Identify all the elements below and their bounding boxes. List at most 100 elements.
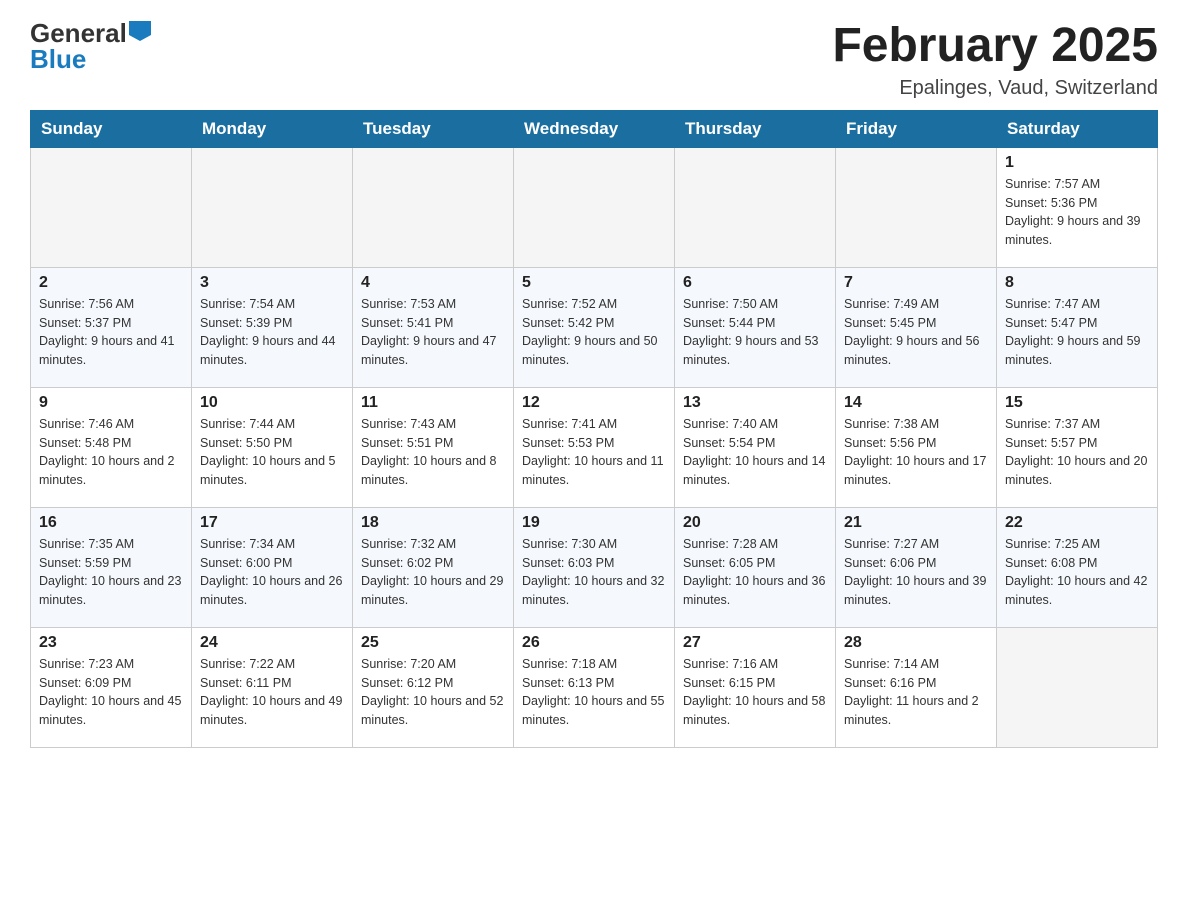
- calendar-cell: 14Sunrise: 7:38 AM Sunset: 5:56 PM Dayli…: [836, 387, 997, 507]
- day-info: Sunrise: 7:56 AM Sunset: 5:37 PM Dayligh…: [39, 295, 183, 370]
- calendar-week-row: 2Sunrise: 7:56 AM Sunset: 5:37 PM Daylig…: [31, 267, 1158, 387]
- day-number: 11: [361, 394, 505, 412]
- calendar-cell: 18 Sunrise: 7:32 AM Sunset: 6:02 PM Dayli…: [353, 507, 514, 627]
- calendar-cell: 22 Sunrise: 7:25 AM Sunset: 6:08 PM Dayli…: [997, 507, 1158, 627]
- calendar-cell: 10 Sunrise: 7:44 AM Sunset: 5:50 PM Dayli…: [192, 387, 353, 507]
- day-info: Sunrise: 7:32 AM Sunset: 6:02 PM Dayligh…: [361, 535, 505, 610]
- day-info: Sunrise: 7:14 AM Sunset: 6:16 PM Dayligh…: [844, 655, 988, 730]
- calendar-cell: 4 Sunrise: 7:53 AM Sunset: 5:41 PM Daylig…: [353, 267, 514, 387]
- weekday-header-friday: Friday: [836, 110, 997, 147]
- calendar-cell: 16 Sunrise: 7:35 AM Sunset: 5:59 PM Dayli…: [31, 507, 192, 627]
- calendar-week-row: 23Sunrise: 7:23 AM Sunset: 6:09 PM Dayli…: [31, 627, 1158, 747]
- day-number: 26: [522, 634, 666, 652]
- calendar-cell: 24 Sunrise: 7:22 AM Sunset: 6:11 PM Dayli…: [192, 627, 353, 747]
- day-info: Sunrise: 7:20 AM Sunset: 6:12 PM Dayligh…: [361, 655, 505, 730]
- calendar-cell: 26 Sunrise: 7:18 AM Sunset: 6:13 PM Dayli…: [514, 627, 675, 747]
- weekday-header-thursday: Thursday: [675, 110, 836, 147]
- calendar-cell: 1Sunrise: 7:57 AM Sunset: 5:36 PM Daylig…: [997, 147, 1158, 267]
- calendar-cell: 20 Sunrise: 7:28 AM Sunset: 6:05 PM Dayli…: [675, 507, 836, 627]
- day-number: 6: [683, 274, 827, 292]
- day-number: 4: [361, 274, 505, 292]
- weekday-header-tuesday: Tuesday: [353, 110, 514, 147]
- month-title: February 2025: [832, 20, 1158, 73]
- day-number: 10: [200, 394, 344, 412]
- calendar-cell: 13 Sunrise: 7:40 AM Sunset: 5:54 PM Dayli…: [675, 387, 836, 507]
- day-number: 15: [1005, 394, 1149, 412]
- logo-blue-text: Blue: [30, 44, 86, 74]
- day-info: Sunrise: 7:30 AM Sunset: 6:03 PM Dayligh…: [522, 535, 666, 610]
- weekday-header-monday: Monday: [192, 110, 353, 147]
- calendar-cell: [31, 147, 192, 267]
- day-info: Sunrise: 7:52 AM Sunset: 5:42 PM Dayligh…: [522, 295, 666, 370]
- calendar-week-row: 16 Sunrise: 7:35 AM Sunset: 5:59 PM Dayli…: [31, 507, 1158, 627]
- logo-general-text: General: [30, 20, 127, 46]
- day-number: 9: [39, 394, 183, 412]
- day-info: Sunrise: 7:37 AM Sunset: 5:57 PM Dayligh…: [1005, 415, 1149, 490]
- logo: General Blue: [30, 20, 151, 73]
- day-info: Sunrise: 7:43 AM Sunset: 5:51 PM Dayligh…: [361, 415, 505, 490]
- day-info: Sunrise: 7:50 AM Sunset: 5:44 PM Dayligh…: [683, 295, 827, 370]
- day-number: 20: [683, 514, 827, 532]
- calendar-cell: 17 Sunrise: 7:34 AM Sunset: 6:00 PM Dayli…: [192, 507, 353, 627]
- title-section: February 2025 Epalinges, Vaud, Switzerla…: [832, 20, 1158, 100]
- calendar-cell: 25 Sunrise: 7:20 AM Sunset: 6:12 PM Dayli…: [353, 627, 514, 747]
- day-info: Sunrise: 7:44 AM Sunset: 5:50 PM Dayligh…: [200, 415, 344, 490]
- calendar-table: SundayMondayTuesdayWednesdayThursdayFrid…: [30, 110, 1158, 748]
- day-info: Sunrise: 7:28 AM Sunset: 6:05 PM Dayligh…: [683, 535, 827, 610]
- day-number: 22: [1005, 514, 1149, 532]
- day-info: Sunrise: 7:49 AM Sunset: 5:45 PM Dayligh…: [844, 295, 988, 370]
- calendar-cell: 19 Sunrise: 7:30 AM Sunset: 6:03 PM Dayli…: [514, 507, 675, 627]
- calendar-cell: 5Sunrise: 7:52 AM Sunset: 5:42 PM Daylig…: [514, 267, 675, 387]
- calendar-cell: [192, 147, 353, 267]
- day-number: 1: [1005, 154, 1149, 172]
- day-number: 18: [361, 514, 505, 532]
- day-number: 14: [844, 394, 988, 412]
- day-info: Sunrise: 7:53 AM Sunset: 5:41 PM Dayligh…: [361, 295, 505, 370]
- day-number: 24: [200, 634, 344, 652]
- calendar-cell: 6 Sunrise: 7:50 AM Sunset: 5:44 PM Daylig…: [675, 267, 836, 387]
- calendar-week-row: 1Sunrise: 7:57 AM Sunset: 5:36 PM Daylig…: [31, 147, 1158, 267]
- calendar-cell: [675, 147, 836, 267]
- day-number: 13: [683, 394, 827, 412]
- day-info: Sunrise: 7:47 AM Sunset: 5:47 PM Dayligh…: [1005, 295, 1149, 370]
- calendar-cell: 11 Sunrise: 7:43 AM Sunset: 5:51 PM Dayli…: [353, 387, 514, 507]
- day-number: 3: [200, 274, 344, 292]
- day-number: 23: [39, 634, 183, 652]
- day-info: Sunrise: 7:16 AM Sunset: 6:15 PM Dayligh…: [683, 655, 827, 730]
- calendar-cell: [997, 627, 1158, 747]
- calendar-cell: 23Sunrise: 7:23 AM Sunset: 6:09 PM Dayli…: [31, 627, 192, 747]
- calendar-cell: 21 Sunrise: 7:27 AM Sunset: 6:06 PM Dayli…: [836, 507, 997, 627]
- day-number: 16: [39, 514, 183, 532]
- calendar-cell: 7 Sunrise: 7:49 AM Sunset: 5:45 PM Daylig…: [836, 267, 997, 387]
- day-info: Sunrise: 7:41 AM Sunset: 5:53 PM Dayligh…: [522, 415, 666, 490]
- day-info: Sunrise: 7:34 AM Sunset: 6:00 PM Dayligh…: [200, 535, 344, 610]
- day-info: Sunrise: 7:25 AM Sunset: 6:08 PM Dayligh…: [1005, 535, 1149, 610]
- day-number: 7: [844, 274, 988, 292]
- calendar-cell: 28Sunrise: 7:14 AM Sunset: 6:16 PM Dayli…: [836, 627, 997, 747]
- day-number: 25: [361, 634, 505, 652]
- day-info: Sunrise: 7:18 AM Sunset: 6:13 PM Dayligh…: [522, 655, 666, 730]
- day-info: Sunrise: 7:22 AM Sunset: 6:11 PM Dayligh…: [200, 655, 344, 730]
- weekday-header-row: SundayMondayTuesdayWednesdayThursdayFrid…: [31, 110, 1158, 147]
- calendar-cell: 2Sunrise: 7:56 AM Sunset: 5:37 PM Daylig…: [31, 267, 192, 387]
- day-number: 12: [522, 394, 666, 412]
- day-number: 19: [522, 514, 666, 532]
- calendar-week-row: 9Sunrise: 7:46 AM Sunset: 5:48 PM Daylig…: [31, 387, 1158, 507]
- calendar-cell: 12 Sunrise: 7:41 AM Sunset: 5:53 PM Dayli…: [514, 387, 675, 507]
- day-info: Sunrise: 7:40 AM Sunset: 5:54 PM Dayligh…: [683, 415, 827, 490]
- calendar-cell: 9Sunrise: 7:46 AM Sunset: 5:48 PM Daylig…: [31, 387, 192, 507]
- day-number: 27: [683, 634, 827, 652]
- location: Epalinges, Vaud, Switzerland: [832, 77, 1158, 100]
- page-header: General Blue February 2025 Epalinges, Va…: [30, 20, 1158, 100]
- calendar-cell: [514, 147, 675, 267]
- calendar-cell: [353, 147, 514, 267]
- day-info: Sunrise: 7:27 AM Sunset: 6:06 PM Dayligh…: [844, 535, 988, 610]
- day-number: 8: [1005, 274, 1149, 292]
- day-number: 17: [200, 514, 344, 532]
- calendar-cell: 15 Sunrise: 7:37 AM Sunset: 5:57 PM Dayli…: [997, 387, 1158, 507]
- weekday-header-sunday: Sunday: [31, 110, 192, 147]
- day-info: Sunrise: 7:35 AM Sunset: 5:59 PM Dayligh…: [39, 535, 183, 610]
- weekday-header-wednesday: Wednesday: [514, 110, 675, 147]
- calendar-cell: [836, 147, 997, 267]
- day-number: 21: [844, 514, 988, 532]
